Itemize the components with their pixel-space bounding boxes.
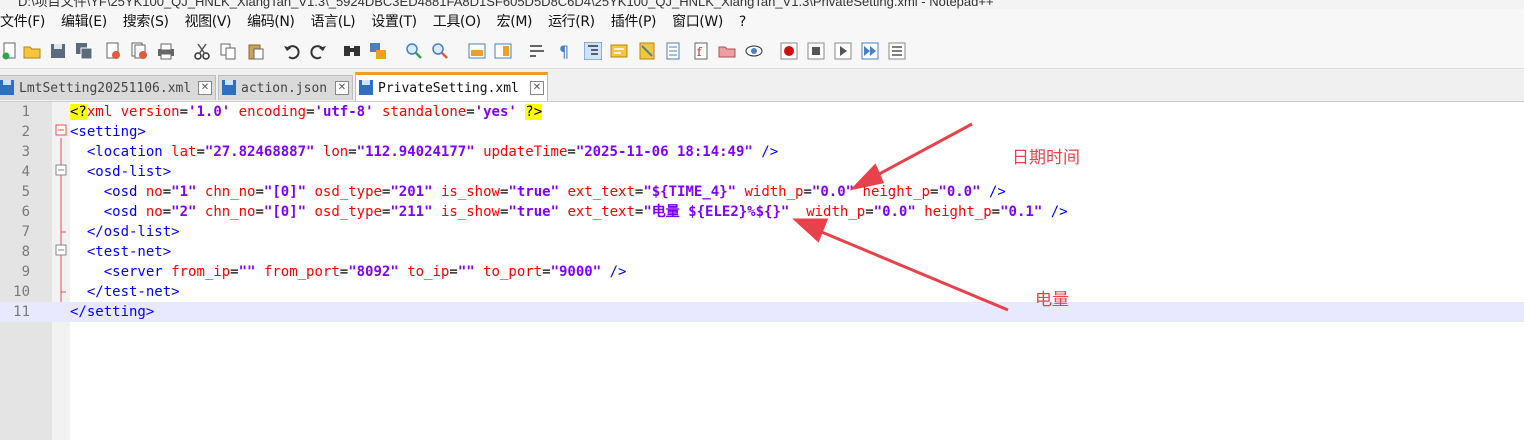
tab-lmtsetting[interactable]: LmtSetting20251106.xml ✕: [0, 75, 216, 100]
code-line-3: 3 <location lat="27.82468887" lon="112.9…: [21, 144, 779, 160]
tab-close-icon[interactable]: ✕: [530, 81, 544, 95]
open-file-icon[interactable]: [23, 42, 41, 60]
paste-icon[interactable]: [247, 42, 265, 60]
code-line-11: 11 </setting>: [0, 302, 1524, 322]
menu-help[interactable]: ?: [731, 9, 754, 36]
svg-text:¶: ¶: [559, 42, 569, 60]
code-line-2: 2 <setting>: [21, 124, 146, 140]
menu-plugins[interactable]: 插件(P): [603, 9, 664, 36]
sync-vertical-icon[interactable]: [468, 42, 486, 60]
annotation-datetime: 日期时间: [1012, 148, 1080, 168]
code-line-6: 6 <osd no="2" chn_no="[0]" osd_type="211…: [21, 204, 1068, 220]
menu-macro[interactable]: 宏(M): [489, 9, 540, 36]
menu-settings[interactable]: 设置(T): [363, 9, 424, 36]
annotation-battery: 电量: [1035, 290, 1069, 310]
code-line-9: 9 <server from_ip="" from_port="8092" to…: [21, 264, 627, 280]
replace-icon[interactable]: [369, 42, 387, 60]
stop-record-icon[interactable]: [807, 42, 825, 60]
code-line-5: 5 <osd no="1" chn_no="[0]" osd_type="201…: [21, 184, 1006, 200]
play-macro-icon[interactable]: [834, 42, 852, 60]
tab-privatesetting[interactable]: PrivateSetting.xml ✕: [355, 72, 548, 101]
zoom-out-icon[interactable]: [431, 42, 449, 60]
saved-file-icon: [0, 80, 14, 95]
window-title: D:\项目文件\YF\25YK100_QJ_HNLK_XiangTan_V1.3…: [18, 0, 994, 9]
zoom-in-icon[interactable]: [405, 42, 423, 60]
redo-icon[interactable]: [309, 42, 327, 60]
tab-label: action.json: [241, 80, 328, 96]
close-all-icon[interactable]: [130, 42, 148, 60]
title-bar: D:\项目文件\YF\25YK100_QJ_HNLK_XiangTan_V1.3…: [0, 0, 1524, 9]
tab-action-json[interactable]: action.json ✕: [218, 75, 353, 100]
tab-close-icon[interactable]: ✕: [335, 81, 349, 95]
record-macro-icon[interactable]: [780, 42, 798, 60]
menu-search[interactable]: 搜索(S): [115, 9, 177, 36]
run-macro-multiple-icon[interactable]: [861, 42, 879, 60]
code-line-8: 8 <test-net>: [21, 244, 172, 260]
new-file-icon[interactable]: [1, 42, 19, 60]
doc-list-icon[interactable]: [664, 42, 682, 60]
word-wrap-icon[interactable]: [528, 42, 546, 60]
tab-bar: LmtSetting20251106.xml ✕ action.json ✕ P…: [0, 69, 1524, 102]
show-all-chars-icon[interactable]: ¶: [556, 42, 574, 60]
sync-horizontal-icon[interactable]: [494, 42, 512, 60]
tab-label: PrivateSetting.xml: [378, 80, 519, 96]
copy-icon[interactable]: [219, 42, 237, 60]
menu-encoding[interactable]: 编码(N): [239, 9, 302, 36]
indent-guide-icon[interactable]: [584, 42, 602, 60]
code-line-1: 1 <?xml version='1.0' encoding='utf-8' s…: [21, 104, 543, 120]
menu-bar: 文件(F) 编辑(E) 搜索(S) 视图(V) 编码(N) 语言(L) 设置(T…: [0, 9, 1524, 36]
undo-icon[interactable]: [283, 42, 301, 60]
print-icon[interactable]: [157, 42, 175, 60]
user-lang-icon[interactable]: [610, 42, 628, 60]
function-list-icon[interactable]: f: [692, 42, 710, 60]
doc-map-icon[interactable]: [638, 42, 656, 60]
editor-area[interactable]: 1 <?xml version='1.0' encoding='utf-8' s…: [0, 102, 1524, 440]
folder-workspace-icon[interactable]: [718, 42, 736, 60]
tab-label: LmtSetting20251106.xml: [19, 80, 192, 96]
menu-view[interactable]: 视图(V): [177, 9, 240, 36]
saved-file-icon: [222, 80, 236, 95]
save-icon[interactable]: [49, 42, 67, 60]
code-line-7: 7 </osd-list>: [21, 224, 180, 240]
menu-run[interactable]: 运行(R): [540, 9, 603, 36]
save-macro-icon[interactable]: [888, 42, 906, 60]
close-icon[interactable]: [104, 42, 122, 60]
code-line-10: 10 </test-net>: [13, 284, 180, 300]
menu-edit[interactable]: 编辑(E): [53, 9, 115, 36]
cut-icon[interactable]: [193, 42, 211, 60]
save-all-icon[interactable]: [75, 42, 93, 60]
menu-file[interactable]: 文件(F): [0, 9, 53, 36]
saved-file-icon: [359, 80, 373, 95]
find-icon[interactable]: [343, 42, 361, 60]
code-line-4: 4 <osd-list>: [21, 164, 172, 180]
tab-close-icon[interactable]: ✕: [198, 81, 212, 95]
monitor-icon[interactable]: [745, 42, 763, 60]
menu-tools[interactable]: 工具(O): [425, 9, 489, 36]
toolbar: ¶ f: [0, 36, 1524, 69]
menu-window[interactable]: 窗口(W): [664, 9, 731, 36]
menu-language[interactable]: 语言(L): [303, 9, 364, 36]
